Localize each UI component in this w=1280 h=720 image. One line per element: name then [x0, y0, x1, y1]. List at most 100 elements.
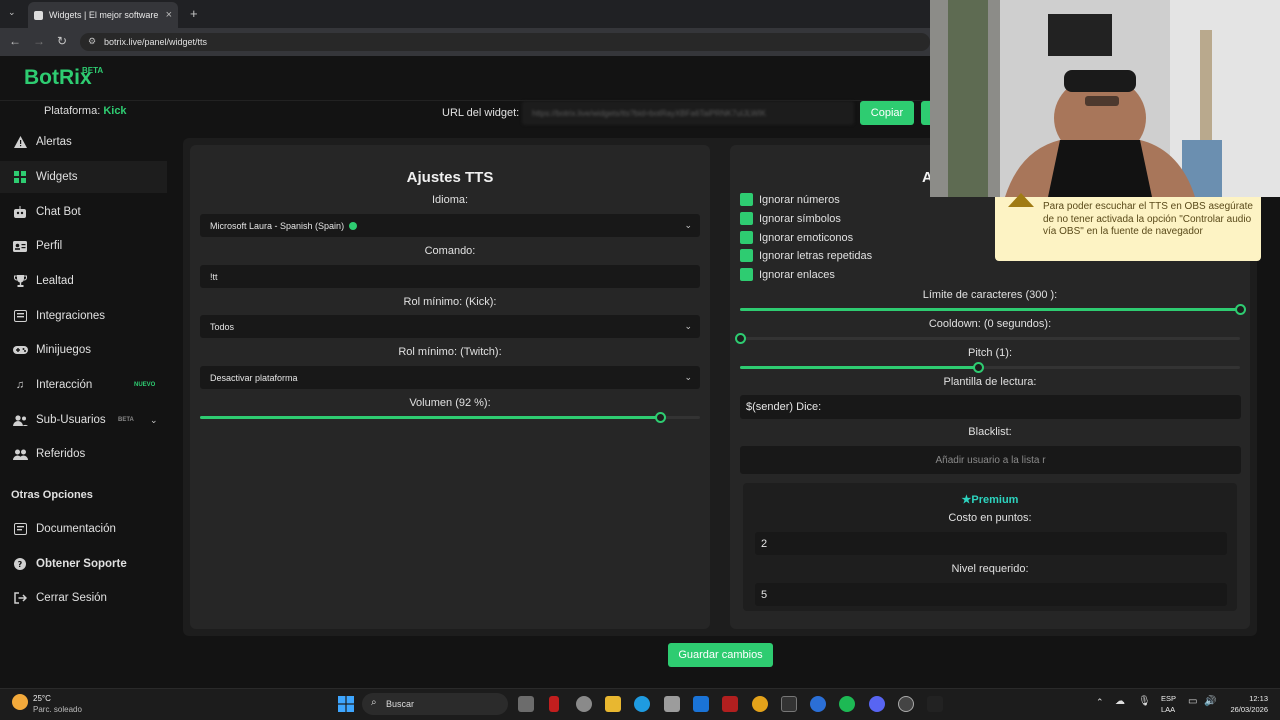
- sidebar-item-cerrar-sesion[interactable]: Cerrar Sesión: [0, 582, 167, 614]
- ignore-emotes-checkbox[interactable]: Ignorar emoticonos: [740, 231, 853, 244]
- sidebar-item-lealtad[interactable]: Lealtad: [0, 265, 167, 297]
- copy-button[interactable]: Copiar: [860, 101, 914, 125]
- url-text: botrix.live/panel/widget/tts: [104, 37, 208, 47]
- pitch-slider[interactable]: [740, 362, 1240, 373]
- slider-thumb[interactable]: [1235, 304, 1246, 315]
- tts-settings-title: Ajustes TTS: [406, 169, 494, 186]
- edge-icon[interactable]: [634, 696, 650, 712]
- capcut-icon[interactable]: [927, 696, 943, 712]
- checkbox-label: Ignorar emoticonos: [759, 231, 854, 244]
- app-icon[interactable]: [576, 696, 592, 712]
- weather-temperature: 25°C: [33, 694, 51, 703]
- epic-games-icon[interactable]: [781, 696, 797, 712]
- slider-thumb[interactable]: [655, 412, 666, 423]
- webcam-image: [930, 0, 1280, 197]
- chevron-up-icon[interactable]: ⌃: [1096, 697, 1104, 708]
- site-info-icon[interactable]: ⚙: [88, 36, 96, 47]
- ignore-numbers-checkbox[interactable]: Ignorar números: [740, 193, 840, 206]
- sidebar-item-label: Perfil: [36, 240, 63, 252]
- sidebar-item-minijuegos[interactable]: Minijuegos: [0, 334, 167, 366]
- checkbox-box[interactable]: [740, 249, 753, 262]
- sidebar-item-documentacion[interactable]: Documentación: [0, 513, 167, 545]
- star-icon: ★: [961, 494, 972, 506]
- tab-list-icon[interactable]: ⌄: [8, 7, 16, 18]
- back-icon[interactable]: ←: [9, 34, 21, 48]
- ignore-symbols-checkbox[interactable]: Ignorar símbolos: [740, 212, 841, 225]
- char-limit-slider[interactable]: [740, 304, 1246, 315]
- template-input[interactable]: $(sender) Dice:: [740, 395, 1241, 419]
- clock-time[interactable]: 12:13: [1228, 694, 1268, 703]
- level-input[interactable]: 5: [755, 583, 1227, 606]
- language-select[interactable]: Microsoft Laura - Spanish (Spain) ⌄: [200, 214, 700, 237]
- spotify-icon[interactable]: [839, 696, 855, 712]
- warning-icon: [12, 135, 28, 149]
- microphone-icon[interactable]: 🎙: [1138, 696, 1151, 707]
- sidebar-item-integraciones[interactable]: Integraciones: [0, 300, 167, 332]
- cooldown-slider[interactable]: [735, 333, 1240, 344]
- news-icon[interactable]: [722, 696, 738, 712]
- language-indicator-1[interactable]: ESP: [1161, 694, 1176, 703]
- users-icon: [12, 413, 28, 427]
- discord-icon[interactable]: [869, 696, 885, 712]
- sidebar-item-referidos[interactable]: Referidos: [0, 438, 167, 470]
- ignore-repeated-letters-checkbox[interactable]: Ignorar letras repetidas: [740, 249, 872, 262]
- slider-thumb[interactable]: [972, 362, 984, 373]
- grid-icon: [12, 170, 28, 184]
- volume-slider[interactable]: [200, 412, 700, 423]
- template-label: Plantilla de lectura:: [943, 376, 1037, 388]
- new-tab-icon[interactable]: +: [190, 6, 198, 21]
- close-tab-icon[interactable]: ×: [166, 9, 172, 21]
- cost-input[interactable]: 2: [755, 532, 1227, 555]
- ignore-links-checkbox[interactable]: Ignorar enlaces: [740, 268, 835, 281]
- start-icon[interactable]: [338, 696, 354, 717]
- task-view-icon[interactable]: [518, 696, 534, 712]
- checkbox-box[interactable]: [740, 193, 753, 206]
- forward-icon[interactable]: →: [33, 34, 45, 48]
- browser-tab[interactable]: Widgets | El mejor software pa ×: [28, 2, 178, 28]
- language-indicator-2[interactable]: LAA: [1161, 705, 1175, 714]
- weather-icon[interactable]: [12, 694, 28, 710]
- reload-icon[interactable]: ↻: [57, 34, 67, 48]
- robot-icon: [12, 205, 28, 219]
- store-icon[interactable]: [664, 696, 680, 712]
- clock-date[interactable]: 26/03/2026: [1220, 705, 1268, 714]
- slider-thumb[interactable]: [735, 333, 746, 344]
- netflix-icon[interactable]: [549, 696, 559, 712]
- obs-icon[interactable]: [898, 696, 914, 712]
- min-role-kick-value: Todos: [210, 321, 235, 332]
- sidebar-item-perfil[interactable]: Perfil: [0, 230, 167, 262]
- checkbox-box[interactable]: [740, 212, 753, 225]
- min-role-twitch-select[interactable]: Desactivar plataforma ⌄: [200, 366, 700, 389]
- trophy-icon: [12, 274, 28, 288]
- command-input[interactable]: !tt: [200, 265, 700, 288]
- outlook-icon[interactable]: [693, 696, 709, 712]
- brand-beta-badge: BETA: [82, 66, 104, 75]
- search-label: Buscar: [386, 699, 415, 709]
- id-card-icon: [12, 239, 28, 253]
- taskbar-search[interactable]: ⌕ Buscar: [362, 693, 508, 715]
- platform-value: Kick: [103, 105, 127, 117]
- checkbox-box[interactable]: [740, 268, 753, 281]
- min-role-kick-select[interactable]: Todos ⌄: [200, 315, 700, 338]
- sidebar-item-alertas[interactable]: Alertas: [0, 126, 167, 158]
- chevron-down-icon[interactable]: ⌄: [150, 415, 158, 426]
- sidebar-item-chat-bot[interactable]: Chat Bot: [0, 196, 167, 228]
- svg-text:?: ?: [18, 560, 23, 569]
- sidebar-item-label: Obtener Soporte: [36, 558, 127, 570]
- cloud-icon[interactable]: ☁: [1115, 696, 1125, 707]
- sidebar-item-interaccion[interactable]: ♫ Interacción NUEVO: [0, 369, 167, 401]
- url-input[interactable]: ⚙ botrix.live/panel/widget/tts: [80, 33, 930, 51]
- file-explorer-icon[interactable]: [605, 696, 621, 712]
- blacklist-input[interactable]: Añadir usuario a la lista r: [740, 446, 1241, 474]
- save-changes-button[interactable]: Guardar cambios: [668, 643, 773, 667]
- sidebar-item-sub-usuarios[interactable]: Sub-Usuarios BETA ⌄: [0, 404, 167, 436]
- sidebar-item-soporte[interactable]: ? Obtener Soporte: [0, 548, 167, 580]
- widget-url-field[interactable]: https://botrix.live/widgets/tts?bid=botR…: [522, 101, 854, 125]
- volume-icon[interactable]: 🔊: [1204, 696, 1216, 707]
- network-icon[interactable]: ▭: [1188, 696, 1197, 707]
- app-icon-blue[interactable]: [810, 696, 826, 712]
- chrome-icon[interactable]: [752, 696, 768, 712]
- checkbox-box[interactable]: [740, 231, 753, 244]
- language-label: Idioma:: [431, 194, 469, 206]
- sidebar-item-widgets[interactable]: Widgets: [0, 161, 167, 193]
